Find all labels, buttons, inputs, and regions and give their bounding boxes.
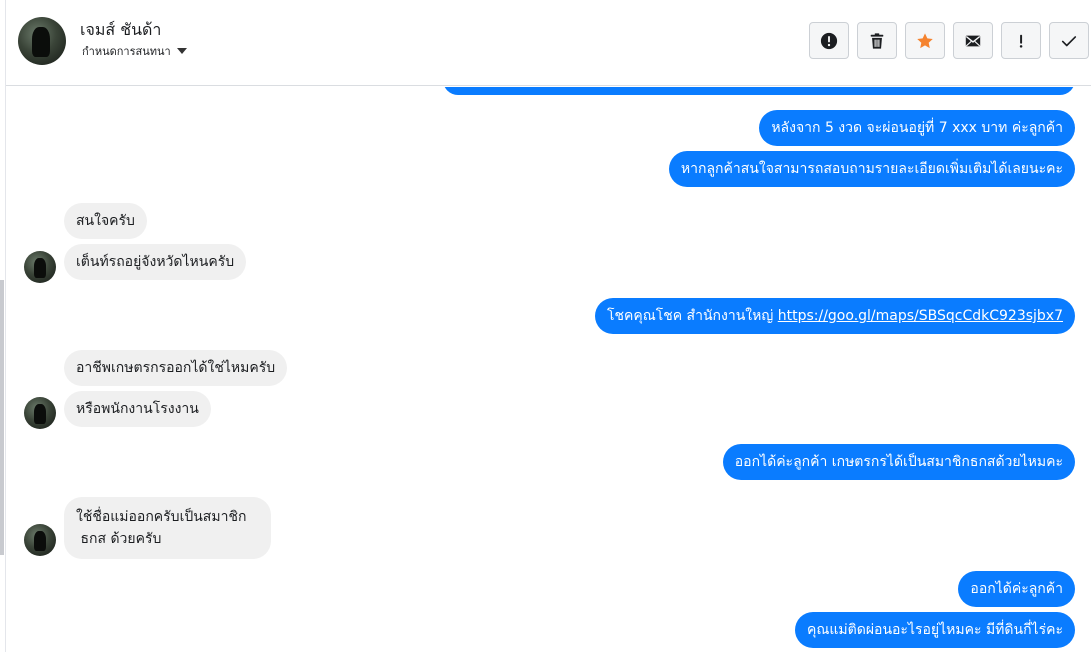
alert-button[interactable] <box>809 22 849 59</box>
envelope-icon <box>965 35 981 46</box>
message-outgoing[interactable]: โชคคุณโชค สำนักงานใหญ่ https://goo.gl/ma… <box>594 298 1075 334</box>
header-actions <box>809 22 1089 59</box>
conversation-header: เจมส์ ชันด้า กำหนดการสนทนา <box>6 0 1091 86</box>
contact-name[interactable]: เจมส์ ชันด้า <box>80 18 161 43</box>
message-incoming[interactable]: อาชีพเกษตรกรออกได้ใช่ไหมครับ <box>64 350 288 386</box>
caret-down-icon <box>176 48 187 54</box>
contact-avatar-small <box>24 524 56 556</box>
message-text: สนใจครับ <box>76 213 135 229</box>
alert-icon <box>820 32 838 49</box>
scrollbar-thumb[interactable] <box>0 280 4 555</box>
star-button[interactable] <box>905 22 945 59</box>
message-text-line: ใช้ชื่อแม่ออกครับเป็นสมาชิก <box>76 509 247 525</box>
done-button[interactable] <box>1049 22 1089 59</box>
star-icon <box>917 32 933 48</box>
message-outgoing[interactable]: ออกได้ค่ะลูกค้า เกษตรกรได้เป็นสมาชิกธกสด… <box>722 444 1075 480</box>
important-button[interactable] <box>1001 22 1041 59</box>
message-incoming[interactable]: สนใจครับ <box>64 203 147 239</box>
message-outgoing[interactable]: คุณแม่ติดผ่อนอะไรอยู่ไหมคะ มีที่ดินกี่ไร… <box>795 612 1075 648</box>
message-text: หากลูกค้าสนใจสามารถสอบถามรายละเอียดเพิ่ม… <box>680 161 1063 177</box>
contact-avatar-small <box>24 397 56 429</box>
message-incoming[interactable]: หรือพนักงานโรงงาน <box>64 391 211 427</box>
message-text: หรือพนักงานโรงงาน <box>76 401 199 417</box>
message-outgoing[interactable]: หลังจาก 5 งวด จะผ่อนอยู่ที่ 7 xxx บาท ค่… <box>759 110 1075 146</box>
message-text: คุณแม่ติดผ่อนอะไรอยู่ไหมคะ มีที่ดินกี่ไร… <box>807 622 1063 638</box>
message-outgoing-partial[interactable] <box>443 87 1075 95</box>
delete-button[interactable] <box>857 22 897 59</box>
message-thread[interactable]: หลังจาก 5 งวด จะผ่อนอยู่ที่ 7 xxx บาท ค่… <box>6 87 1091 652</box>
message-text: โชคคุณโชค สำนักงานใหญ่ <box>606 308 778 324</box>
contact-avatar[interactable] <box>18 17 66 65</box>
message-text: เต็นท์รถอยู่จังหวัดไหนครับ <box>76 254 235 270</box>
message-text: หลังจาก 5 งวด จะผ่อนอยู่ที่ 7 xxx บาท ค่… <box>771 120 1063 136</box>
trash-icon <box>870 32 884 49</box>
map-link[interactable]: https://goo.gl/maps/SBSqcCdkC923sjbx7 <box>778 308 1063 324</box>
message-incoming[interactable]: ใช้ชื่อแม่ออกครับเป็นสมาชิก ธกส ด้วยครับ <box>64 497 271 559</box>
message-text-line: ธกส ด้วยครับ <box>76 531 162 547</box>
message-text: ออกได้ค่ะลูกค้า <box>970 581 1063 597</box>
message-outgoing[interactable]: ออกได้ค่ะลูกค้า <box>958 571 1075 607</box>
conversation-schedule-label: กำหนดการสนทนา <box>82 45 171 58</box>
message-incoming[interactable]: เต็นท์รถอยู่จังหวัดไหนครับ <box>64 244 247 280</box>
contact-avatar-small <box>24 251 56 283</box>
message-text: ออกได้ค่ะลูกค้า เกษตรกรได้เป็นสมาชิกธกสด… <box>734 454 1063 470</box>
mark-unread-button[interactable] <box>953 22 993 59</box>
message-outgoing[interactable]: หากลูกค้าสนใจสามารถสอบถามรายละเอียดเพิ่ม… <box>668 151 1075 187</box>
conversation-schedule-dropdown[interactable]: กำหนดการสนทนา <box>82 42 187 60</box>
exclamation-icon <box>1019 34 1023 48</box>
check-icon <box>1061 35 1077 46</box>
message-text: อาชีพเกษตรกรออกได้ใช่ไหมครับ <box>76 360 276 376</box>
